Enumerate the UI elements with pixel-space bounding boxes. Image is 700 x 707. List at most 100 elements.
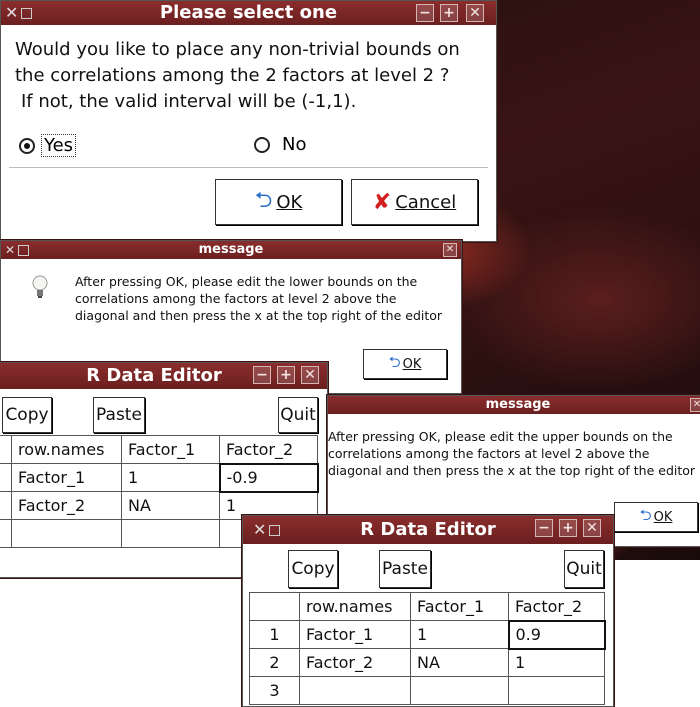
ok-button-label: OK (276, 191, 303, 213)
row-number-cell[interactable] (0, 463, 12, 492)
question-line: If not, the valid interval will be (-1,1… (21, 91, 357, 112)
data-editor-2: ✕ R Data Editor − + ✕ Copy Paste Quit ro… (242, 515, 614, 707)
table-row: Factor_1 1 -0.9 (0, 462, 319, 493)
radio-unselected-icon[interactable] (254, 136, 270, 153)
select-dialog-title: Please select one (159, 2, 338, 23)
radio-no[interactable]: No (254, 134, 306, 155)
message-line: After pressing OK, please edit the upper… (328, 429, 673, 444)
window-menu-icon[interactable]: ✕ (5, 1, 33, 25)
message-line: diagonal and then press the x at the top… (328, 463, 696, 478)
copy-button[interactable]: Copy (2, 397, 52, 433)
close-icon[interactable]: ✕ (443, 243, 457, 257)
table-cell[interactable] (508, 676, 605, 705)
table-cell[interactable]: 1 (508, 648, 605, 677)
data-editor-1-titlebar[interactable]: R Data Editor − + ✕ (0, 363, 327, 389)
paste-button-label: Paste (382, 559, 428, 579)
quit-button[interactable]: Quit (564, 550, 604, 588)
copy-button-label: Copy (5, 405, 49, 425)
row-number-cell[interactable]: 2 (249, 648, 300, 677)
select-dialog: ✕ Please select one − + ✕ Would you like… (0, 0, 497, 242)
quit-button[interactable]: Quit (278, 397, 318, 433)
table-cell[interactable]: Factor_2 (299, 648, 411, 677)
message-line: diagonal and then press the x at the top… (75, 308, 443, 323)
row-number-cell[interactable]: 3 (249, 676, 300, 705)
return-arrow-icon: ⮌ (639, 505, 652, 524)
data-editor-2-titlebar[interactable]: ✕ R Data Editor − + ✕ (243, 516, 613, 544)
table-cell[interactable]: 1 (121, 463, 220, 492)
return-arrow-icon: ⮌ (388, 352, 401, 371)
message-2-title: message (485, 397, 551, 412)
message-line: correlations among the factors at level … (75, 291, 397, 306)
data-editor-1-title: R Data Editor (86, 365, 222, 386)
message-line: After pressing OK, please edit the lower… (75, 274, 418, 289)
table-cell[interactable] (121, 519, 220, 548)
message-1-ok-button[interactable]: ⮌ OK (363, 349, 447, 379)
table-cell[interactable]: NA (410, 648, 509, 677)
radio-selected-icon[interactable] (19, 137, 35, 154)
copy-button[interactable]: Copy (288, 550, 338, 588)
message-1-title: message (198, 242, 264, 257)
paste-button[interactable]: Paste (93, 397, 145, 433)
row-number-cell[interactable] (0, 491, 12, 520)
message-1-text: After pressing OK, please edit the lower… (75, 273, 442, 324)
red-x-icon: ✘ (372, 189, 392, 215)
active-table-cell[interactable]: -0.9 (218, 462, 319, 493)
message-2-text: After pressing OK, please edit the upper… (328, 428, 695, 479)
cancel-button-label: Cancel (395, 191, 457, 213)
column-header[interactable]: Factor_2 (219, 435, 318, 464)
ok-button[interactable]: ⮌ OK (215, 179, 342, 225)
corner-cell (249, 592, 300, 621)
minimize-icon[interactable]: − (535, 519, 553, 537)
close-icon[interactable]: ✕ (301, 366, 319, 384)
table-cell[interactable]: Factor_2 (11, 491, 122, 520)
column-header[interactable]: Factor_1 (121, 435, 220, 464)
message-2-ok-button[interactable]: ⮌ OK (614, 502, 698, 532)
close-icon[interactable]: ✕ (466, 4, 484, 22)
radio-no-label: No (282, 134, 307, 155)
cancel-button[interactable]: ✘ Cancel (351, 179, 478, 225)
message-2-titlebar[interactable]: message ✕ (328, 396, 700, 414)
minimize-icon[interactable]: − (416, 4, 434, 22)
ok-button-label: OK (402, 356, 422, 372)
paste-button[interactable]: Paste (379, 550, 431, 588)
lightbulb-icon (32, 275, 48, 298)
table-cell[interactable]: Factor_1 (299, 620, 411, 649)
select-dialog-titlebar[interactable]: ✕ Please select one − + ✕ (1, 1, 496, 25)
maximize-icon[interactable]: + (440, 4, 458, 22)
question-line: the correlations among the 2 factors at … (15, 65, 450, 86)
divider (9, 167, 488, 168)
row-number-cell[interactable] (0, 519, 12, 548)
table-row: 1 Factor_1 1 0.9 (249, 619, 606, 650)
column-header[interactable]: Factor_2 (508, 592, 605, 621)
radio-yes[interactable]: Yes (19, 134, 77, 157)
active-table-cell[interactable]: 0.9 (507, 619, 606, 650)
column-header[interactable]: row.names (11, 435, 122, 464)
table-row: 2 Factor_2 NA 1 (249, 648, 605, 677)
table-cell[interactable]: 1 (410, 620, 509, 649)
table-cell[interactable]: Factor_1 (11, 463, 122, 492)
radio-yes-label: Yes (41, 134, 77, 157)
table-cell[interactable] (299, 676, 411, 705)
table-cell[interactable]: NA (121, 491, 220, 520)
copy-button-label: Copy (291, 559, 335, 579)
quit-button-label: Quit (280, 405, 316, 425)
table-cell[interactable] (410, 676, 509, 705)
table-cell[interactable] (11, 519, 122, 548)
minimize-icon[interactable]: − (253, 366, 271, 384)
quit-button-label: Quit (566, 559, 602, 579)
close-icon[interactable]: ✕ (583, 519, 601, 537)
column-header[interactable]: Factor_1 (410, 592, 509, 621)
table-row: 3 (249, 676, 605, 705)
row-number-cell[interactable]: 1 (249, 620, 300, 649)
question-line: Would you like to place any non-trivial … (15, 39, 460, 60)
column-header[interactable]: row.names (299, 592, 411, 621)
message-1-titlebar[interactable]: ✕ message ✕ (1, 241, 461, 259)
data-grid: row.names Factor_1 Factor_2 1 Factor_1 1… (249, 592, 606, 705)
window-menu-icon[interactable]: ✕ (5, 241, 30, 259)
maximize-icon[interactable]: + (277, 366, 295, 384)
maximize-icon[interactable]: + (559, 519, 577, 537)
window-menu-icon[interactable]: ✕ (253, 516, 281, 544)
close-icon[interactable]: ✕ (690, 398, 700, 412)
ok-button-label: OK (653, 509, 673, 525)
select-dialog-question: Would you like to place any non-trivial … (15, 37, 460, 115)
